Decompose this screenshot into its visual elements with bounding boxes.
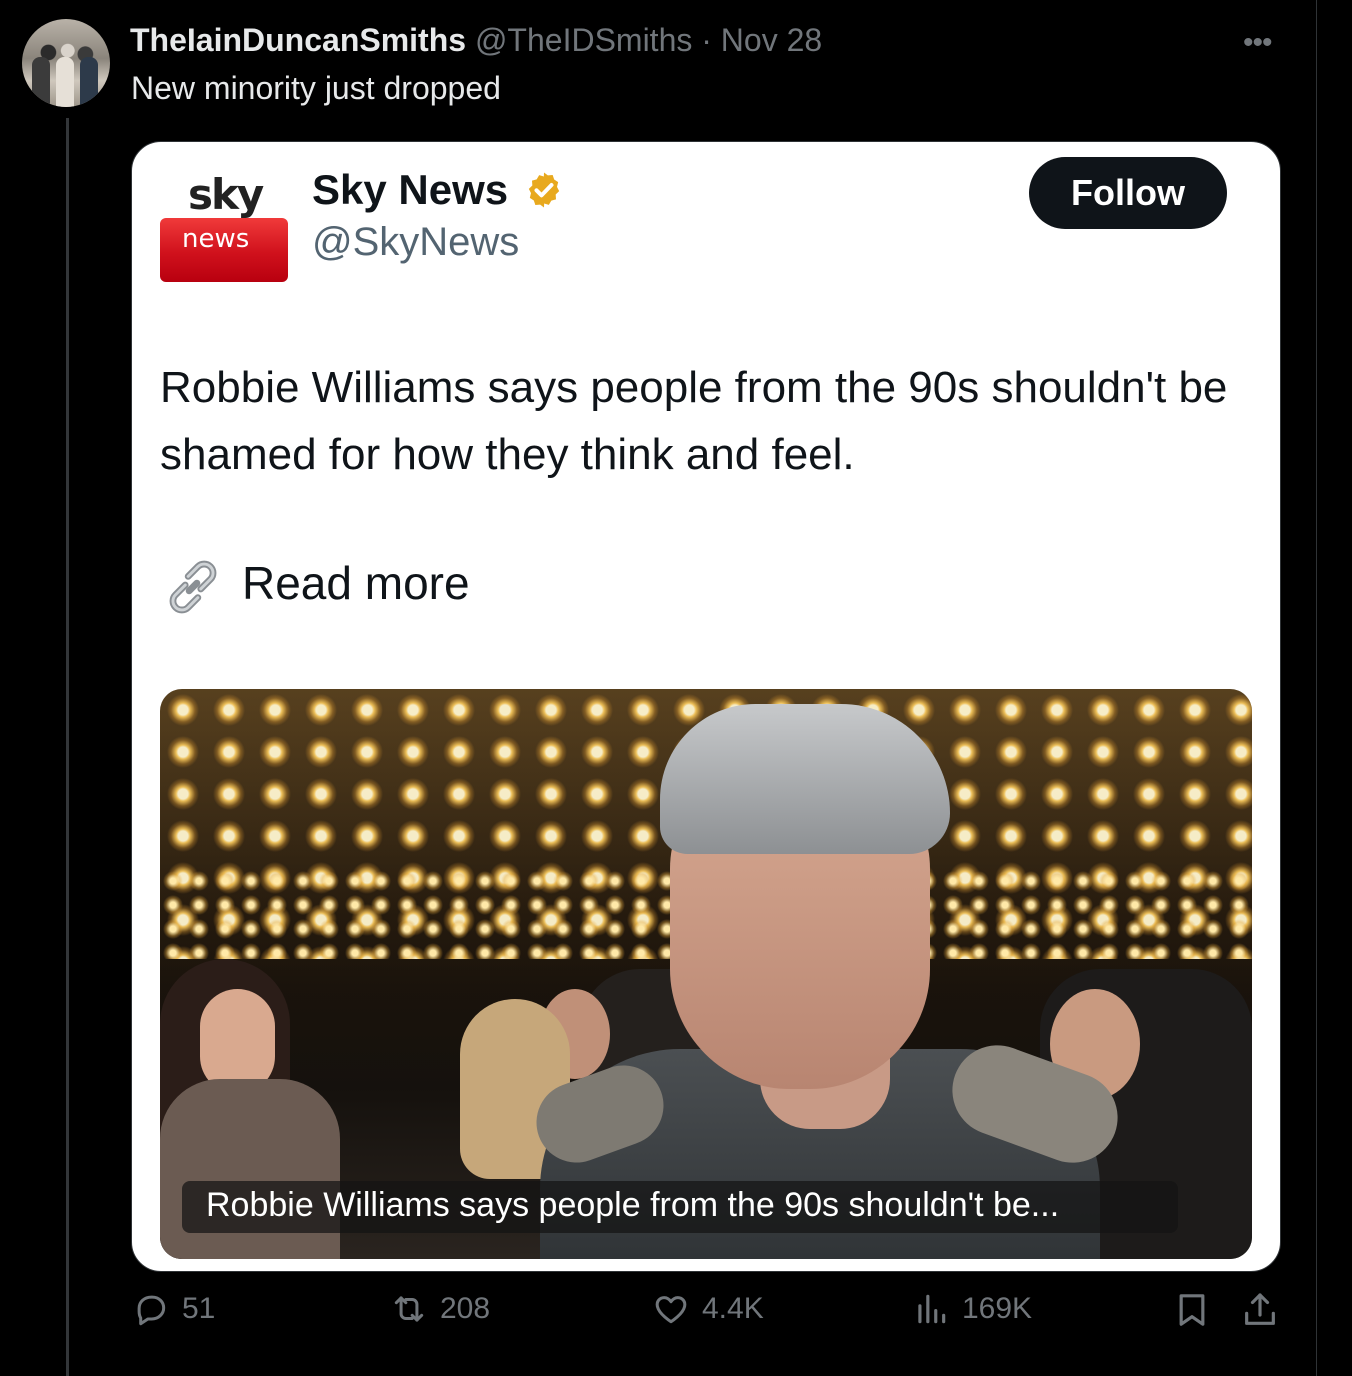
logo-sky-text: sky — [188, 170, 264, 219]
repost-count: 208 — [440, 1292, 491, 1325]
handle[interactable]: @TheIDSmiths — [475, 22, 692, 58]
article-image[interactable]: Robbie Williams says people from the 90s… — [160, 689, 1252, 1259]
tweet-actions: 51 208 4.4K 169K — [0, 1290, 1352, 1360]
reply-icon — [137, 1295, 166, 1326]
separator: · — [701, 22, 712, 58]
avatar-figure — [32, 57, 50, 107]
like-button[interactable]: 4.4K — [652, 1290, 764, 1328]
timestamp[interactable]: Nov 28 — [721, 22, 822, 58]
repost-icon — [394, 1296, 424, 1322]
reply-count: 51 — [182, 1292, 216, 1325]
follow-button[interactable]: Follow — [1029, 157, 1227, 229]
column-border — [1316, 0, 1317, 1376]
avatar[interactable] — [22, 19, 110, 107]
quoted-account-handle[interactable]: @SkyNews — [312, 220, 519, 265]
quoted-tweet-text: Robbie Williams says people from the 90s… — [160, 363, 1228, 479]
tweet-header: TheIainDuncanSmiths @TheIDSmiths · Nov 2… — [130, 22, 822, 59]
reply-button[interactable]: 51 — [132, 1290, 215, 1328]
display-name[interactable]: TheIainDuncanSmiths — [130, 22, 466, 58]
link-icon — [169, 560, 217, 614]
man-hair — [660, 704, 950, 854]
bookmark-icon[interactable] — [1172, 1290, 1212, 1330]
logo-news-text: news — [182, 224, 250, 254]
logo-news-box: news — [160, 218, 288, 282]
quoted-tweet-card[interactable]: sky news Sky News @SkyNews Follow Robbie… — [131, 141, 1281, 1272]
thread-line — [66, 118, 69, 1376]
sky-news-logo[interactable]: sky news — [160, 170, 288, 282]
read-more-link[interactable]: Read more — [242, 556, 470, 610]
like-count: 4.4K — [702, 1292, 764, 1325]
verified-badge-icon — [528, 172, 560, 208]
views-count: 169K — [962, 1292, 1033, 1325]
repost-button[interactable]: 208 — [390, 1290, 490, 1328]
tweet-text: New minority just dropped — [131, 70, 501, 106]
avatar-figure — [80, 57, 98, 107]
share-icon[interactable] — [1240, 1290, 1280, 1330]
views-button[interactable]: 169K — [912, 1290, 1032, 1328]
heart-icon — [655, 1296, 687, 1324]
more-dots-icon[interactable]: ••• — [1243, 26, 1272, 60]
quoted-account-name[interactable]: Sky News — [312, 166, 508, 214]
analytics-icon — [918, 1294, 946, 1324]
image-caption: Robbie Williams says people from the 90s… — [206, 1186, 1060, 1224]
avatar-figure — [56, 57, 74, 107]
